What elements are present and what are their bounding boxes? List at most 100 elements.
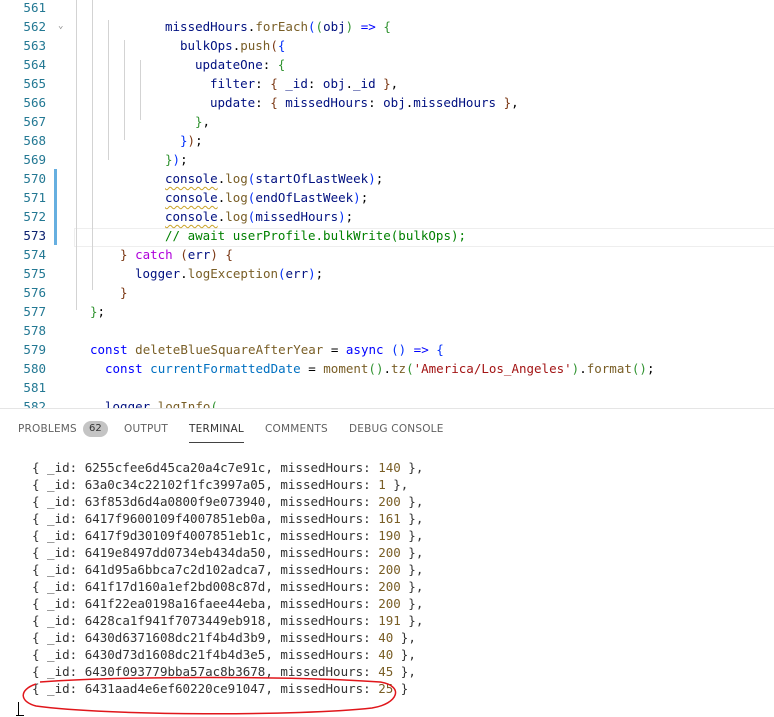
code-token: log [225, 190, 248, 205]
code-line: 568}); [0, 131, 774, 150]
code-token: const [105, 361, 143, 376]
tab-terminal[interactable]: TERMINAL [189, 423, 244, 443]
terminal-line: { _id: 6430d73d1608dc21f4b4d3e5, missedH… [32, 647, 416, 662]
code-token: const [90, 342, 128, 357]
indent-guide [124, 40, 125, 140]
code-token: logException [187, 266, 278, 281]
code-line: 578 [0, 321, 774, 340]
terminal-line: { _id: 6430d6371608dc21f4b4d3b9, missedH… [32, 630, 416, 645]
code-token: => [360, 19, 376, 34]
code-text: const currentFormattedDate = moment().tz… [105, 361, 655, 376]
line-number: 579 [23, 342, 46, 357]
code-line: 571 console.log(endOfLastWeek); [0, 188, 774, 207]
code-token: logger [135, 266, 181, 281]
code-token: missedHours [413, 95, 497, 110]
tab-problems[interactable]: PROBLEMS [18, 423, 77, 435]
code-text: console.log(missedHours); [165, 209, 354, 224]
code-text: console.log(startOfLastWeek); [165, 171, 384, 186]
code-text: filter: { _id: obj._id }, [210, 76, 399, 91]
line-number: 574 [23, 247, 46, 262]
code-line: 579 const deleteBlueSquareAfterYear = asy… [0, 340, 774, 359]
code-text: console.log(endOfLastWeek); [165, 190, 369, 205]
code-token: err [285, 266, 309, 281]
modified-line-marker [54, 207, 57, 226]
code-line: 573 // await userProfile.bulkWrite(bulkOp… [0, 226, 774, 245]
code-line: 582 logger.logInfo( [0, 397, 774, 408]
code-line: 565 filter: { _id: obj._id }, [0, 74, 774, 93]
terminal-line: { _id: 641f17d160a1ef2bd008c87d, missedH… [32, 579, 424, 594]
line-number: 568 [23, 133, 46, 148]
code-line: 580 const currentFormattedDate = moment()… [0, 359, 774, 378]
code-token: log [225, 209, 248, 224]
code-token: currentFormattedDate [150, 361, 301, 376]
code-token: console [165, 209, 218, 224]
code-token: filter [210, 76, 256, 91]
code-token: update [210, 95, 256, 110]
line-number: 573 [23, 228, 46, 243]
code-line: 569}); [0, 150, 774, 169]
line-number: 563 [23, 38, 46, 53]
line-number: 565 [23, 76, 46, 91]
tab-debug-console[interactable]: DEBUG CONSOLE [349, 423, 444, 435]
line-number: 566 [23, 95, 46, 110]
indent-guide [92, 0, 93, 290]
terminal-line: { _id: 6428ca1f941f7073449eb918, missedH… [32, 613, 424, 628]
terminal-line: { _id: 63f853d6d4a0800f9e073940, missedH… [32, 494, 424, 509]
terminal-line: { _id: 641d95a6bbca7c2d102adca7, missedH… [32, 562, 424, 577]
tab-output[interactable]: OUTPUT [124, 423, 168, 435]
code-token: missedHours [285, 95, 369, 110]
code-token: _id [285, 76, 308, 91]
code-token: async [345, 342, 384, 357]
code-text: bulkOps.push({ [180, 38, 286, 53]
terminal-line: { _id: 63a0c34c22102f1fc3997a05, missedH… [32, 477, 409, 492]
terminal-line: { _id: 6430f093779bba57ac8b3678, missedH… [32, 664, 416, 679]
code-token: missedHours [255, 209, 339, 224]
terminal-line: { _id: 6417f9600109f4007851eb0a, missedH… [32, 511, 424, 526]
line-number: 561 [23, 0, 46, 15]
terminal-line: { _id: 6419e8497dd0734eb434da50, missedH… [32, 545, 424, 560]
line-number: 571 [23, 190, 46, 205]
code-token: log [225, 171, 248, 186]
line-number: 569 [23, 152, 46, 167]
code-line: 574 } catch (err) { [0, 245, 774, 264]
line-number: 564 [23, 57, 46, 72]
code-token: console [165, 190, 218, 205]
modified-line-marker [54, 226, 57, 245]
code-token: bulkOps [180, 38, 233, 53]
tab-comments[interactable]: COMMENTS [265, 423, 328, 435]
code-line: 576} [0, 283, 774, 302]
terminal-line: { _id: 6417f9d30109f4007851eb1c, missedH… [32, 528, 424, 543]
terminal-output[interactable]: { _id: 6255cfee6d45ca20a4c7e91c, missedH… [32, 459, 423, 697]
code-text: // await userProfile.bulkWrite(bulkOps); [165, 226, 466, 245]
code-token: deleteBlueSquareAfterYear [135, 342, 324, 357]
code-line: 570 console.log(startOfLastWeek); [0, 169, 774, 188]
terminal-line: { _id: 6431aad4e6ef60220ce91047, missedH… [32, 681, 409, 696]
code-line: 567}, [0, 112, 774, 131]
code-text: } catch (err) { [120, 247, 233, 262]
code-text: }, [195, 114, 211, 129]
code-token: obj [323, 19, 346, 34]
code-text: logger.logInfo( [105, 397, 218, 408]
code-token: forEach [255, 19, 309, 34]
code-line: 575 logger.logException(err); [0, 264, 774, 283]
code-token: // await userProfile.bulkWrite(bulkOps); [165, 228, 467, 243]
modified-line-marker [54, 169, 57, 188]
code-text: }); [180, 133, 203, 148]
line-number: 582 [23, 399, 46, 408]
code-line: 561 [0, 0, 774, 17]
line-number: 576 [23, 285, 46, 300]
code-line: 572 console.log(missedHours); [0, 207, 774, 226]
fold-chevron-icon[interactable]: ⌄ [58, 17, 63, 36]
code-text: missedHours.forEach((obj) => { [165, 19, 391, 34]
code-token: logger [105, 399, 151, 408]
code-token: obj [322, 76, 346, 91]
code-line: 581 [0, 378, 774, 397]
code-token: updateOne [195, 57, 263, 72]
indent-guide [140, 60, 141, 120]
indent-guide [108, 20, 109, 160]
line-number: 580 [23, 361, 46, 376]
code-editor[interactable]: 561 562 ⌄ missedHours.forEach((obj) => {563… [0, 0, 774, 408]
code-token: 'America/Los_Angeles' [413, 361, 572, 376]
terminal-line: { _id: 6255cfee6d45ca20a4c7e91c, missedH… [32, 460, 424, 475]
code-line: 564 updateOne: { [0, 55, 774, 74]
